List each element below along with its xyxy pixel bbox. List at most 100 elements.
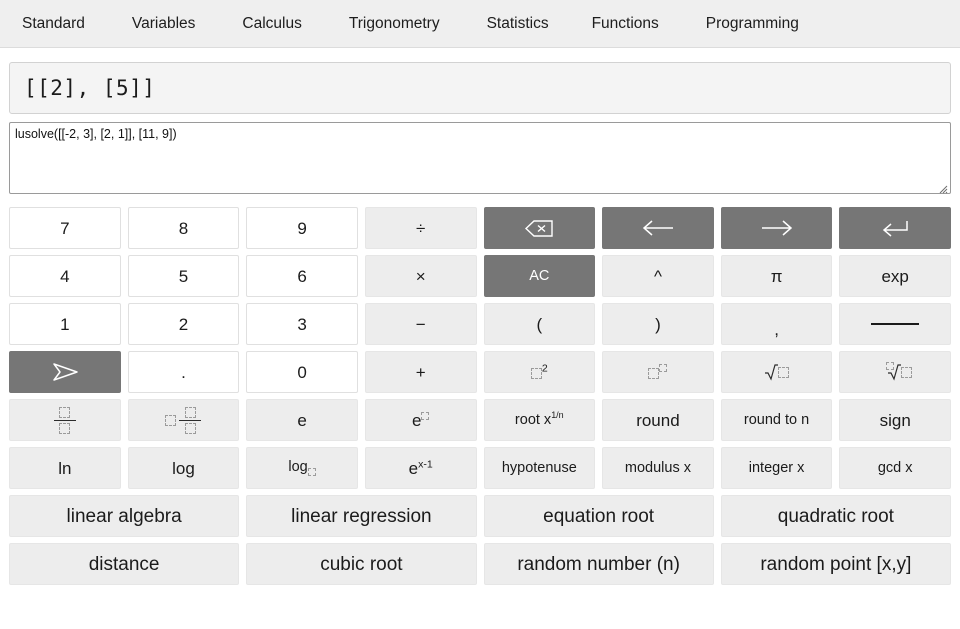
key-8[interactable]: 8 <box>128 207 240 249</box>
key-root-x-1-over-n[interactable]: root x1/n <box>484 399 596 441</box>
result-display: [[2], [5]] <box>9 62 951 114</box>
placeholder-box-denominator <box>59 423 70 434</box>
key-comma-label: , <box>774 321 779 338</box>
key-sqrt[interactable] <box>721 351 833 393</box>
placeholder-box-whole <box>165 415 176 426</box>
key-log[interactable]: log <box>128 447 240 489</box>
keypad-row: linear algebra linear regression equatio… <box>9 495 951 537</box>
key-fraction[interactable] <box>9 399 121 441</box>
key-4[interactable]: 4 <box>9 255 121 297</box>
placeholder-box-denominator <box>185 423 196 434</box>
tab-programming[interactable]: Programming <box>706 0 799 48</box>
keypad-row: 7 8 9 ÷ <box>9 207 951 249</box>
key-distance[interactable]: distance <box>9 543 239 585</box>
key-e-power[interactable]: e <box>365 399 477 441</box>
key-hypotenuse[interactable]: hypotenuse <box>484 447 596 489</box>
keypad-row: 1 2 3 − ( ) , <box>9 303 951 345</box>
root-x-text: root x1/n <box>515 413 564 428</box>
key-quadratic-root[interactable]: quadratic root <box>721 495 951 537</box>
key-execute[interactable] <box>9 351 121 393</box>
key-minus[interactable]: − <box>365 303 477 345</box>
key-cubic-root[interactable]: cubic root <box>246 543 476 585</box>
log-base-template-icon: log <box>288 460 315 477</box>
input-area <box>0 114 960 199</box>
key-open-paren[interactable]: ( <box>484 303 596 345</box>
tab-bar: Standard Variables Calculus Trigonometry… <box>0 0 960 48</box>
key-long-bar[interactable] <box>839 303 951 345</box>
placeholder-box <box>778 367 789 378</box>
key-round[interactable]: round <box>602 399 714 441</box>
key-e-x-minus-1[interactable]: ex-1 <box>365 447 477 489</box>
key-exp[interactable]: exp <box>839 255 951 297</box>
long-bar-icon <box>871 323 919 325</box>
log-word: log <box>288 459 307 475</box>
key-comma[interactable]: , <box>721 303 833 345</box>
arrow-left-icon[interactable] <box>602 207 714 249</box>
arrow-left-glyph-icon <box>641 219 675 237</box>
keypad-row: distance cubic root random number (n) ra… <box>9 543 951 585</box>
play-icon <box>48 361 82 383</box>
placeholder-box <box>531 368 542 379</box>
key-close-paren[interactable]: ) <box>602 303 714 345</box>
key-euler[interactable]: e <box>246 399 358 441</box>
key-7[interactable]: 7 <box>9 207 121 249</box>
expression-input[interactable] <box>9 122 951 194</box>
key-random-number-n[interactable]: random number (n) <box>484 543 714 585</box>
placeholder-box <box>901 367 912 378</box>
tab-variables[interactable]: Variables <box>132 0 195 48</box>
keypad: 7 8 9 ÷ 4 5 6 × A <box>0 199 960 585</box>
key-1[interactable]: 1 <box>9 303 121 345</box>
key-nth-root[interactable] <box>839 351 951 393</box>
key-modulus-x[interactable]: modulus x <box>602 447 714 489</box>
e-base-label: e <box>412 411 421 430</box>
nth-root-template-icon <box>879 363 912 381</box>
key-sign[interactable]: sign <box>839 399 951 441</box>
placeholder-box-exponent <box>659 364 667 372</box>
key-gcd-x[interactable]: gcd x <box>839 447 951 489</box>
key-3[interactable]: 3 <box>246 303 358 345</box>
backspace-icon[interactable] <box>484 207 596 249</box>
placeholder-box-numerator <box>59 407 70 418</box>
key-random-point-xy[interactable]: random point [x,y] <box>721 543 951 585</box>
key-divide[interactable]: ÷ <box>365 207 477 249</box>
e-power-template-icon: e <box>412 412 429 429</box>
fraction-template-icon <box>54 407 76 434</box>
key-equation-root[interactable]: equation root <box>484 495 714 537</box>
key-5[interactable]: 5 <box>128 255 240 297</box>
key-round-to-n[interactable]: round to n <box>721 399 833 441</box>
key-log-base[interactable]: log <box>246 447 358 489</box>
key-square[interactable]: 2 <box>484 351 596 393</box>
key-ln[interactable]: ln <box>9 447 121 489</box>
root-x-word: root x <box>515 412 551 428</box>
arrow-right-glyph-icon <box>760 219 794 237</box>
key-pi[interactable]: π <box>721 255 833 297</box>
backspace-glyph-icon <box>524 219 554 238</box>
key-all-clear[interactable]: AC <box>484 255 596 297</box>
key-integer-x[interactable]: integer x <box>721 447 833 489</box>
placeholder-box <box>648 368 659 379</box>
tab-functions[interactable]: Functions <box>592 0 659 48</box>
key-mixed-fraction[interactable] <box>128 399 240 441</box>
key-decimal[interactable]: . <box>128 351 240 393</box>
key-plus[interactable]: + <box>365 351 477 393</box>
key-9[interactable]: 9 <box>246 207 358 249</box>
key-power[interactable] <box>602 351 714 393</box>
key-multiply[interactable]: × <box>365 255 477 297</box>
key-0[interactable]: 0 <box>246 351 358 393</box>
key-6[interactable]: 6 <box>246 255 358 297</box>
keypad-row: . 0 + 2 <box>9 351 951 393</box>
key-linear-regression[interactable]: linear regression <box>246 495 476 537</box>
tab-statistics[interactable]: Statistics <box>487 0 549 48</box>
tab-trigonometry[interactable]: Trigonometry <box>349 0 440 48</box>
enter-icon[interactable] <box>839 207 951 249</box>
tab-standard[interactable]: Standard <box>22 0 85 48</box>
root-x-exponent: 1/n <box>551 410 564 420</box>
key-2[interactable]: 2 <box>128 303 240 345</box>
key-linear-algebra[interactable]: linear algebra <box>9 495 239 537</box>
sqrt-template-icon <box>764 363 789 381</box>
key-caret[interactable]: ^ <box>602 255 714 297</box>
arrow-right-icon[interactable] <box>721 207 833 249</box>
tab-calculus[interactable]: Calculus <box>242 0 301 48</box>
square-exponent: 2 <box>542 362 548 374</box>
keypad-row: 4 5 6 × AC ^ π exp <box>9 255 951 297</box>
